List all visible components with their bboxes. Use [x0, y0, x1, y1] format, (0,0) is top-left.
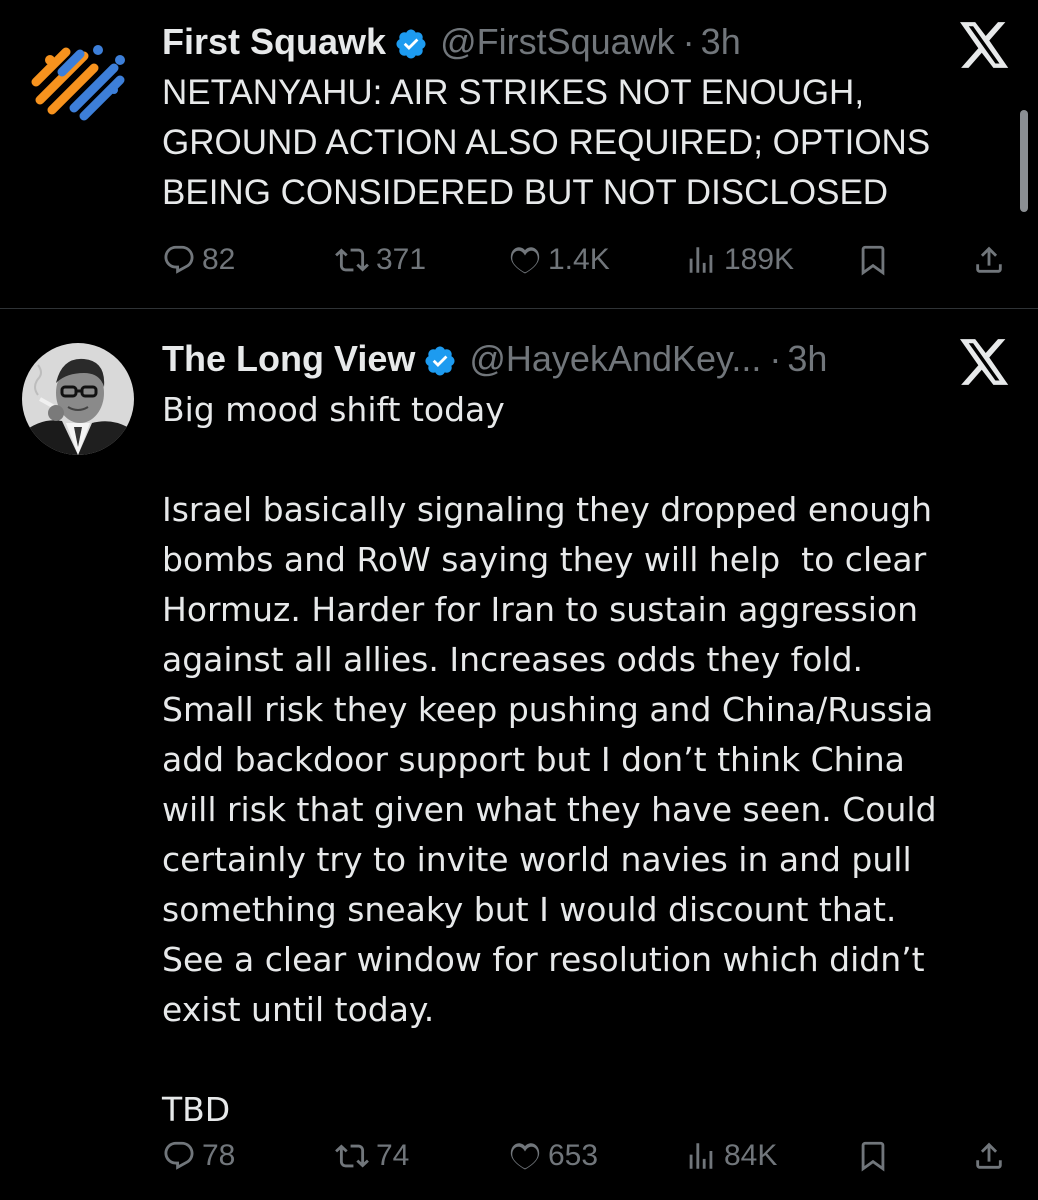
action-bar: 78 74 653 84K	[162, 1136, 1010, 1176]
heart-icon	[510, 247, 540, 274]
verified-badge-icon[interactable]	[423, 342, 457, 376]
bookmark-button[interactable]	[856, 240, 890, 280]
bookmark-button[interactable]	[856, 1136, 890, 1176]
verified-badge-icon[interactable]	[394, 25, 428, 59]
separator: ·	[769, 338, 782, 379]
views-button[interactable]: 84K	[684, 1136, 777, 1176]
reply-count: 82	[202, 243, 236, 276]
share-button[interactable]	[972, 1136, 1006, 1176]
views-count: 189K	[724, 243, 795, 276]
first-squawk-logo-icon	[22, 20, 134, 132]
tweet[interactable]: The Long View @HayekAndKey... · 3h Big m…	[0, 309, 1038, 1200]
bookmark-icon	[861, 1141, 885, 1172]
repost-count: 371	[376, 243, 427, 276]
views-icon	[689, 1143, 713, 1169]
views-count: 84K	[724, 1139, 778, 1172]
like-button[interactable]: 1.4K	[508, 240, 610, 280]
reply-count: 78	[202, 1139, 236, 1172]
bookmark-icon	[861, 245, 885, 276]
share-icon	[976, 1142, 1002, 1169]
action-bar: 82 371 1.4K 189K	[162, 240, 1010, 280]
repost-icon	[335, 248, 369, 272]
views-button[interactable]: 189K	[684, 240, 794, 280]
profile-photo	[22, 343, 134, 455]
repost-count: 74	[376, 1139, 410, 1172]
share-icon	[976, 246, 1002, 273]
display-name[interactable]: The Long View	[162, 335, 415, 383]
x-logo-icon[interactable]	[960, 339, 1010, 385]
heart-icon	[510, 1143, 540, 1170]
tweet-header: First Squawk @FirstSquawk · 3h	[162, 18, 741, 66]
scrollbar[interactable]	[1020, 110, 1028, 212]
tweet-header: The Long View @HayekAndKey... · 3h	[162, 335, 827, 383]
like-button[interactable]: 653	[508, 1136, 598, 1176]
repost-button[interactable]: 74	[334, 1136, 409, 1176]
reply-button[interactable]: 82	[162, 240, 235, 280]
timestamp[interactable]: 3h	[787, 335, 827, 383]
display-name[interactable]: First Squawk	[162, 18, 386, 66]
reply-button[interactable]: 78	[162, 1136, 235, 1176]
tweet-text: NETANYAHU: AIR STRIKES NOT ENOUGH, GROUN…	[162, 73, 931, 212]
timestamp[interactable]: 3h	[701, 18, 741, 66]
tweet[interactable]: First Squawk @FirstSquawk · 3h NETANYAHU…	[0, 0, 1038, 308]
handle[interactable]: @FirstSquawk	[440, 18, 675, 66]
views-icon	[689, 247, 713, 273]
handle[interactable]: @HayekAndKey...	[469, 335, 761, 383]
tweet-text: Big mood shift today Israel basically si…	[162, 390, 937, 1129]
like-count: 653	[548, 1139, 599, 1172]
avatar[interactable]	[22, 20, 134, 132]
like-count: 1.4K	[548, 243, 610, 276]
reply-icon	[164, 245, 194, 274]
reply-icon	[164, 1141, 194, 1170]
repost-button[interactable]: 371	[334, 240, 426, 280]
repost-icon	[335, 1144, 369, 1168]
separator: ·	[682, 21, 695, 62]
share-button[interactable]	[972, 240, 1006, 280]
avatar[interactable]	[22, 343, 134, 455]
x-logo-icon[interactable]	[960, 22, 1010, 68]
